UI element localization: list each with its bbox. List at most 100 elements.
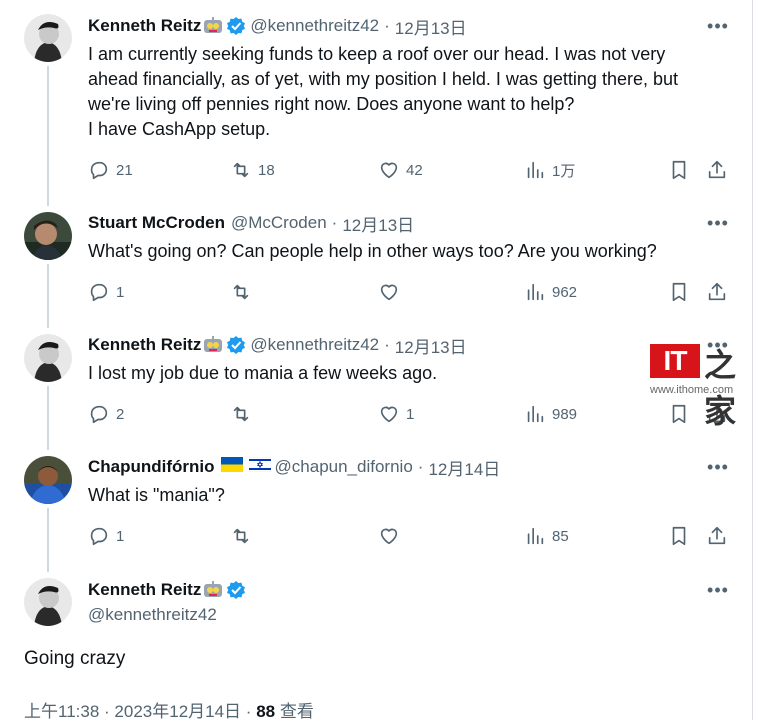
robot-emoji-icon bbox=[202, 17, 224, 35]
heart-icon bbox=[380, 162, 398, 179]
author-name[interactable]: Kenneth Reitz bbox=[88, 335, 201, 355]
view-count: 85 bbox=[552, 527, 569, 545]
tweet-date[interactable]: 12月13日 bbox=[395, 14, 467, 39]
reply-count: 21 bbox=[116, 161, 133, 179]
author-handle[interactable]: @McCroden bbox=[231, 213, 327, 233]
verified-badge-icon bbox=[226, 335, 246, 355]
author-name[interactable]: Chapundifórnio bbox=[88, 457, 215, 477]
bookmark-icon bbox=[672, 526, 686, 546]
like-count: 42 bbox=[406, 161, 423, 179]
views-icon bbox=[527, 527, 544, 545]
bookmark-button[interactable] bbox=[668, 155, 690, 185]
views-icon bbox=[527, 405, 544, 423]
tweet-text: What's going on? Can people help in othe… bbox=[88, 241, 657, 261]
author-handle[interactable]: @kennethreitz42 bbox=[250, 16, 379, 36]
bookmark-button[interactable] bbox=[668, 399, 690, 429]
bookmark-icon bbox=[672, 160, 686, 180]
reply-button[interactable]: 1 bbox=[88, 277, 124, 307]
author-handle[interactable]: @kennethreitz42 bbox=[88, 605, 217, 625]
views-button[interactable]: 85 bbox=[524, 521, 569, 551]
bookmark-button[interactable] bbox=[668, 521, 690, 551]
avatar[interactable] bbox=[24, 14, 72, 62]
tweet-text: What is "mania"? bbox=[88, 485, 225, 505]
more-options-icon[interactable]: ••• bbox=[700, 578, 736, 602]
views-icon bbox=[527, 161, 544, 179]
avatar[interactable] bbox=[24, 212, 72, 260]
like-button[interactable] bbox=[378, 277, 406, 307]
separator: · bbox=[384, 335, 390, 354]
more-options-icon[interactable]: ••• bbox=[700, 455, 736, 479]
more-options-icon[interactable]: ••• bbox=[700, 14, 736, 38]
robot-emoji-icon bbox=[202, 581, 224, 599]
more-options-icon[interactable]: ••• bbox=[700, 211, 736, 235]
avatar[interactable] bbox=[24, 578, 72, 626]
separator: · bbox=[104, 702, 110, 721]
watermark-url: www.ithome.com bbox=[650, 384, 734, 396]
like-button[interactable]: 1 bbox=[378, 399, 414, 429]
bookmark-icon bbox=[672, 404, 686, 424]
retweet-icon bbox=[233, 406, 249, 422]
verified-badge-icon bbox=[226, 580, 246, 600]
separator: · bbox=[331, 213, 338, 232]
bookmark-button[interactable] bbox=[668, 277, 690, 307]
tweet-date[interactable]: 12月14日 bbox=[428, 455, 500, 480]
tweet-text: I am currently seeking funds to keep a r… bbox=[88, 44, 678, 139]
views-button[interactable]: 989 bbox=[524, 399, 577, 429]
tweet-text: Going crazy bbox=[24, 648, 126, 669]
tweet-date[interactable]: 12月13日 bbox=[342, 211, 414, 236]
tweet-date[interactable]: 12月13日 bbox=[395, 333, 467, 358]
share-icon bbox=[708, 282, 726, 301]
reply-icon bbox=[90, 283, 108, 302]
share-icon bbox=[708, 160, 726, 179]
thread-line bbox=[47, 264, 49, 328]
reply-count: 1 bbox=[116, 527, 125, 545]
views-label: 查看 bbox=[279, 702, 314, 721]
reply-icon bbox=[90, 527, 108, 546]
retweet-count: 18 bbox=[258, 161, 275, 179]
tweet-header: Chapundifórnio @chapun_difornio · 12月14日 bbox=[88, 455, 500, 479]
author-name[interactable]: Kenneth Reitz bbox=[88, 580, 201, 600]
author-handle[interactable]: @chapun_difornio bbox=[275, 457, 413, 477]
author-handle[interactable]: @kennethreitz42 bbox=[250, 335, 379, 355]
author-name[interactable]: Kenneth Reitz bbox=[88, 16, 201, 36]
tweet-header: Kenneth Reitz bbox=[88, 578, 250, 602]
watermark-logo: IT bbox=[650, 344, 700, 378]
author-name[interactable]: Stuart McCroden bbox=[88, 213, 225, 233]
verified-badge-icon bbox=[226, 16, 246, 36]
retweet-button[interactable] bbox=[230, 399, 258, 429]
share-button[interactable] bbox=[706, 277, 728, 307]
reply-button[interactable]: 2 bbox=[88, 399, 124, 429]
reply-button[interactable]: 21 bbox=[88, 155, 133, 185]
reply-button[interactable]: 1 bbox=[88, 521, 124, 551]
retweet-button[interactable]: 18 bbox=[230, 155, 275, 185]
avatar[interactable] bbox=[24, 334, 72, 382]
tweet-actions: 1 85 bbox=[84, 521, 744, 551]
share-button[interactable] bbox=[706, 155, 728, 185]
avatar[interactable] bbox=[24, 456, 72, 504]
like-button[interactable]: 42 bbox=[378, 155, 423, 185]
tweet-meta: 上午11:38 · 2023年12月14日 · 88 查看 bbox=[24, 697, 314, 722]
view-count: 1万 bbox=[552, 162, 576, 180]
views-button[interactable]: 1万 bbox=[524, 155, 575, 185]
separator: · bbox=[417, 457, 424, 476]
separator: · bbox=[384, 16, 390, 35]
tweet-full-date[interactable]: 2023年12月14日 bbox=[114, 702, 241, 721]
retweet-icon bbox=[233, 284, 249, 300]
tweet-actions: 2 1 989 bbox=[84, 399, 744, 429]
reply-count: 2 bbox=[116, 405, 125, 423]
tweet-time[interactable]: 上午11:38 bbox=[24, 702, 99, 721]
tweet-header: Stuart McCroden @McCroden · 12月13日 bbox=[88, 211, 414, 235]
thread-line bbox=[47, 66, 49, 206]
tweet-header: Kenneth Reitz @kennethreitz42 · 12月13日 bbox=[88, 333, 467, 357]
separator: · bbox=[245, 702, 252, 721]
share-button[interactable] bbox=[706, 521, 728, 551]
retweet-button[interactable] bbox=[230, 277, 258, 307]
view-count: 962 bbox=[552, 283, 578, 301]
views-button[interactable]: 962 bbox=[524, 277, 577, 307]
retweet-button[interactable] bbox=[230, 521, 258, 551]
robot-emoji-icon bbox=[202, 336, 224, 354]
reply-icon bbox=[90, 405, 108, 424]
heart-icon bbox=[380, 406, 398, 423]
retweet-icon bbox=[233, 162, 249, 178]
like-button[interactable] bbox=[378, 521, 406, 551]
